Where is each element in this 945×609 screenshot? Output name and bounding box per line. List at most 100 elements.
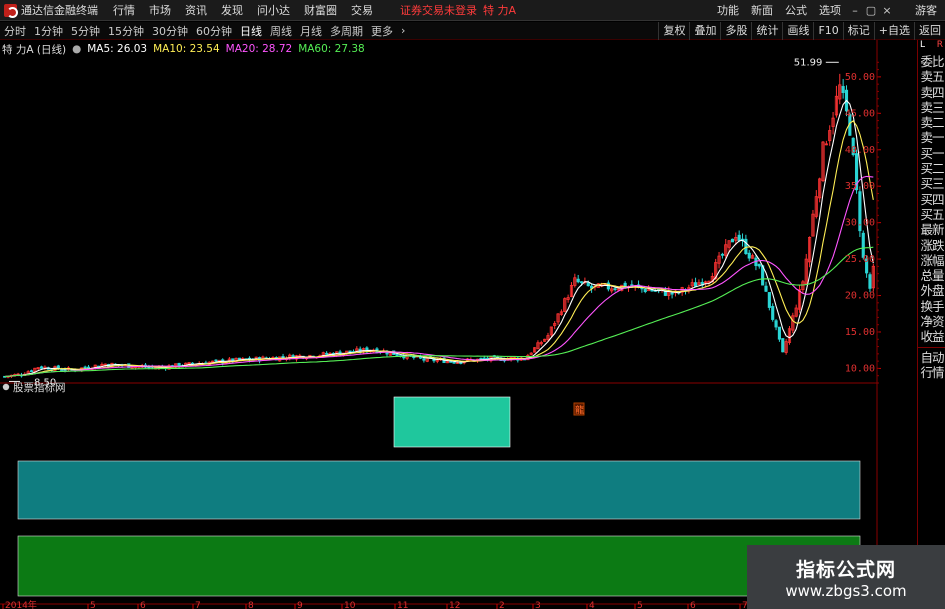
ma5-value: MA5: 26.03 bbox=[87, 43, 148, 55]
panel-item[interactable]: 买三 bbox=[918, 176, 945, 191]
btn-back[interactable]: 返回 bbox=[914, 21, 945, 40]
chevron-right-icon[interactable]: › bbox=[397, 24, 409, 37]
candle-body bbox=[777, 326, 781, 340]
candle-body bbox=[757, 263, 761, 267]
menu-bar: 通达信金融终端 行情 市场 资讯 发现 问小达 财富圈 交易 证券交易未登录 特… bbox=[0, 0, 945, 21]
panel-item[interactable]: 买四 bbox=[918, 192, 945, 207]
panel-item[interactable]: 卖二 bbox=[918, 115, 945, 130]
period-monthly[interactable]: 月线 bbox=[296, 23, 326, 39]
period-more[interactable]: 更多 bbox=[367, 23, 397, 39]
menu-item-ask[interactable]: 问小达 bbox=[250, 2, 297, 18]
panel-item[interactable]: 涨跌 bbox=[918, 238, 945, 253]
candle-body bbox=[395, 354, 399, 356]
panel-item[interactable]: 涨幅 bbox=[918, 253, 945, 268]
btn-multi-stock[interactable]: 多股 bbox=[720, 21, 751, 40]
panel-divider bbox=[918, 346, 945, 348]
indicator-pane: 股票指标网 bbox=[0, 381, 877, 605]
guest-label[interactable]: 游客 bbox=[895, 2, 945, 18]
candle-body bbox=[730, 238, 735, 243]
tool-function[interactable]: 功能 bbox=[711, 2, 745, 18]
panel-item[interactable]: 卖一 bbox=[918, 130, 945, 145]
candle-body bbox=[781, 338, 785, 353]
y-tick-label: 15.00 bbox=[845, 327, 875, 338]
menu-item-quotes[interactable]: 行情 bbox=[106, 2, 142, 18]
ma60-value: MA60: 27.38 bbox=[298, 43, 365, 55]
panel-item[interactable]: 卖四 bbox=[918, 85, 945, 100]
panel-item[interactable]: 换手 bbox=[918, 299, 945, 314]
panel-toggle-r[interactable]: R bbox=[937, 40, 943, 54]
btn-adjust[interactable]: 复权 bbox=[658, 21, 689, 40]
panel-item[interactable]: 收益 bbox=[918, 329, 945, 344]
toolbar-right: 功能 新面 公式 选项 – ▢ × 游客 bbox=[711, 2, 945, 18]
menu-item-news[interactable]: 资讯 bbox=[178, 2, 214, 18]
y-tick-label: 35.00 bbox=[845, 181, 875, 192]
panel-toggle-l[interactable]: L bbox=[920, 40, 925, 54]
panel-item[interactable]: 委比 bbox=[918, 54, 945, 69]
tool-options[interactable]: 选项 bbox=[813, 2, 847, 18]
candle-body bbox=[83, 366, 87, 369]
x-tick-label: 4 bbox=[589, 601, 595, 609]
panel-item[interactable]: 总量 bbox=[918, 268, 945, 283]
period-multi[interactable]: 多周期 bbox=[326, 23, 367, 39]
period-15min[interactable]: 15分钟 bbox=[104, 23, 148, 39]
candle-body bbox=[39, 366, 44, 369]
ma10-value: MA10: 23.54 bbox=[153, 43, 220, 55]
panel-item[interactable]: 净资 bbox=[918, 314, 945, 329]
candle-body bbox=[459, 362, 463, 365]
y-tick-label: 20.00 bbox=[845, 291, 875, 302]
btn-f10[interactable]: F10 bbox=[813, 21, 842, 40]
period-intraday[interactable]: 分时 bbox=[0, 23, 30, 39]
indicator-title: 股票指标网 bbox=[13, 381, 66, 394]
btn-stats[interactable]: 统计 bbox=[751, 21, 782, 40]
panel-item[interactable]: 买一 bbox=[918, 146, 945, 161]
y-tick-label: 50.00 bbox=[845, 72, 875, 83]
tool-formula[interactable]: 公式 bbox=[779, 2, 813, 18]
btn-add-favorite[interactable]: +自选 bbox=[873, 21, 914, 40]
panel-item[interactable]: 卖三 bbox=[918, 100, 945, 115]
candle-body bbox=[281, 356, 285, 358]
candle-body bbox=[449, 360, 453, 363]
panel-item[interactable]: 外盘 bbox=[918, 283, 945, 298]
panel-lr-toggle[interactable]: LR bbox=[918, 40, 945, 54]
panel-auto-item[interactable]: 行情 bbox=[918, 365, 945, 380]
x-tick-label: 2014年 bbox=[5, 599, 37, 609]
panel-item[interactable]: 买二 bbox=[918, 161, 945, 176]
ma10-line bbox=[4, 120, 874, 378]
y-tick-label: 45.00 bbox=[845, 108, 875, 119]
period-weekly[interactable]: 周线 bbox=[266, 23, 296, 39]
trade-login-status[interactable]: 证券交易未登录 bbox=[400, 2, 477, 18]
x-tick-label: 6 bbox=[140, 601, 146, 609]
close-icon[interactable]: × bbox=[879, 4, 895, 17]
period-daily[interactable]: 日线 bbox=[236, 23, 266, 39]
panel-item[interactable]: 最新 bbox=[918, 222, 945, 237]
y-tick-label: 25.00 bbox=[845, 254, 875, 265]
panel-item[interactable]: 买五 bbox=[918, 207, 945, 222]
ma20-value: MA20: 28.72 bbox=[225, 43, 293, 55]
candle-body bbox=[774, 320, 778, 328]
candle-body bbox=[60, 369, 64, 371]
settings-dot-icon[interactable]: ● bbox=[72, 43, 81, 55]
site-watermark: 指标公式网 www.zbgs3.com bbox=[747, 545, 945, 609]
period-60min[interactable]: 60分钟 bbox=[192, 23, 236, 39]
btn-overlay[interactable]: 叠加 bbox=[689, 21, 720, 40]
period-5min[interactable]: 5分钟 bbox=[67, 23, 104, 39]
menu-item-trade[interactable]: 交易 bbox=[344, 2, 380, 18]
candle-body bbox=[737, 234, 741, 241]
tool-new-page[interactable]: 新面 bbox=[745, 2, 779, 18]
period-1min[interactable]: 1分钟 bbox=[30, 23, 67, 39]
panel-item[interactable]: 卖五 bbox=[918, 69, 945, 84]
menu-item-wealth[interactable]: 财富圈 bbox=[297, 2, 344, 18]
candle-body bbox=[422, 358, 426, 361]
menu-item-discover[interactable]: 发现 bbox=[214, 2, 250, 18]
kline-chart[interactable]: 10.00 15.00 20.00 25.00 30.00 35.00 40.00 45.00… bbox=[0, 40, 917, 609]
green-band bbox=[17, 535, 861, 597]
x-tick-label: 7 bbox=[195, 601, 201, 609]
btn-mark[interactable]: 标记 bbox=[842, 21, 874, 40]
btn-draw[interactable]: 画线 bbox=[782, 21, 813, 40]
minimize-icon[interactable]: – bbox=[847, 4, 863, 17]
watermark-url: www.zbgs3.com bbox=[785, 581, 907, 600]
period-30min[interactable]: 30分钟 bbox=[148, 23, 192, 39]
menu-item-market[interactable]: 市场 bbox=[142, 2, 178, 18]
panel-auto-item[interactable]: 自动 bbox=[918, 350, 945, 365]
maximize-icon[interactable]: ▢ bbox=[863, 4, 879, 17]
